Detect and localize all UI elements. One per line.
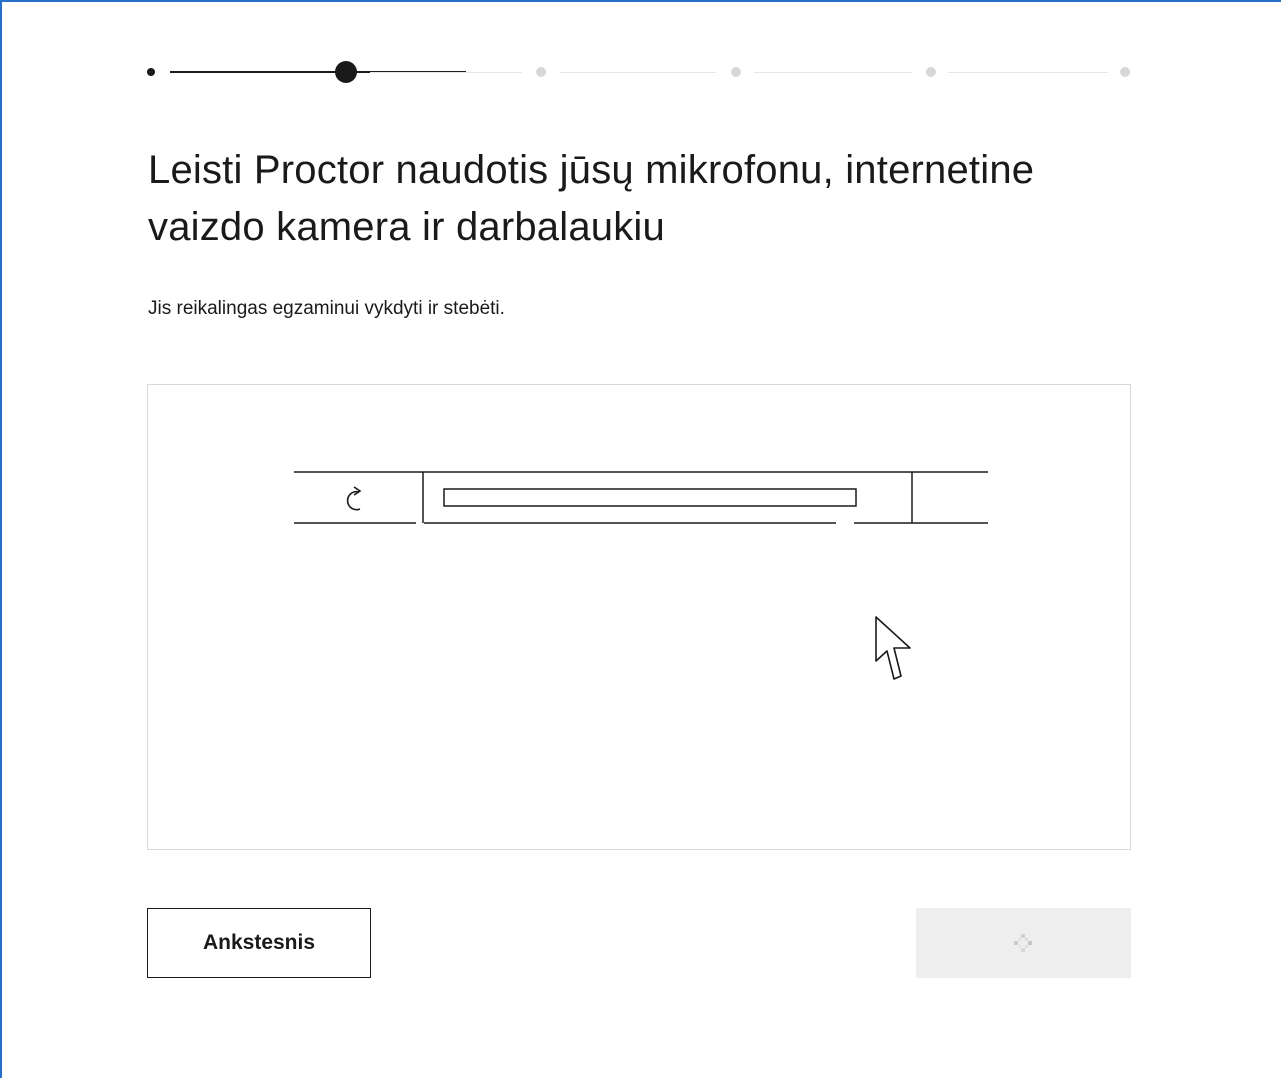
next-button-loading <box>916 908 1131 978</box>
step-3-upcoming <box>536 67 546 77</box>
progress-stepper <box>142 56 1142 90</box>
page-description: Jis reikalingas egzaminui vykdyti ir ste… <box>148 298 505 319</box>
step-connector <box>948 72 1108 73</box>
step-6-upcoming <box>1120 67 1130 77</box>
previous-button[interactable]: Ankstesnis <box>147 908 371 978</box>
proctor-setup-page: Leisti Proctor naudotis jūsų mikrofonu, … <box>0 0 1281 1078</box>
step-4-upcoming <box>731 67 741 77</box>
browser-toolbar-graphic <box>294 471 988 680</box>
mouse-pointer-icon <box>875 616 911 680</box>
step-5-upcoming <box>926 67 936 77</box>
step-connector <box>370 72 522 73</box>
loading-spinner-icon <box>1014 934 1032 952</box>
step-connector <box>560 72 716 73</box>
browser-permission-illustration <box>147 384 1131 850</box>
step-1-completed <box>147 68 155 76</box>
step-2-current <box>335 61 357 83</box>
page-title: Leisti Proctor naudotis jūsų mikrofonu, … <box>148 148 1035 249</box>
step-connector <box>754 72 912 73</box>
refresh-icon <box>346 486 362 511</box>
